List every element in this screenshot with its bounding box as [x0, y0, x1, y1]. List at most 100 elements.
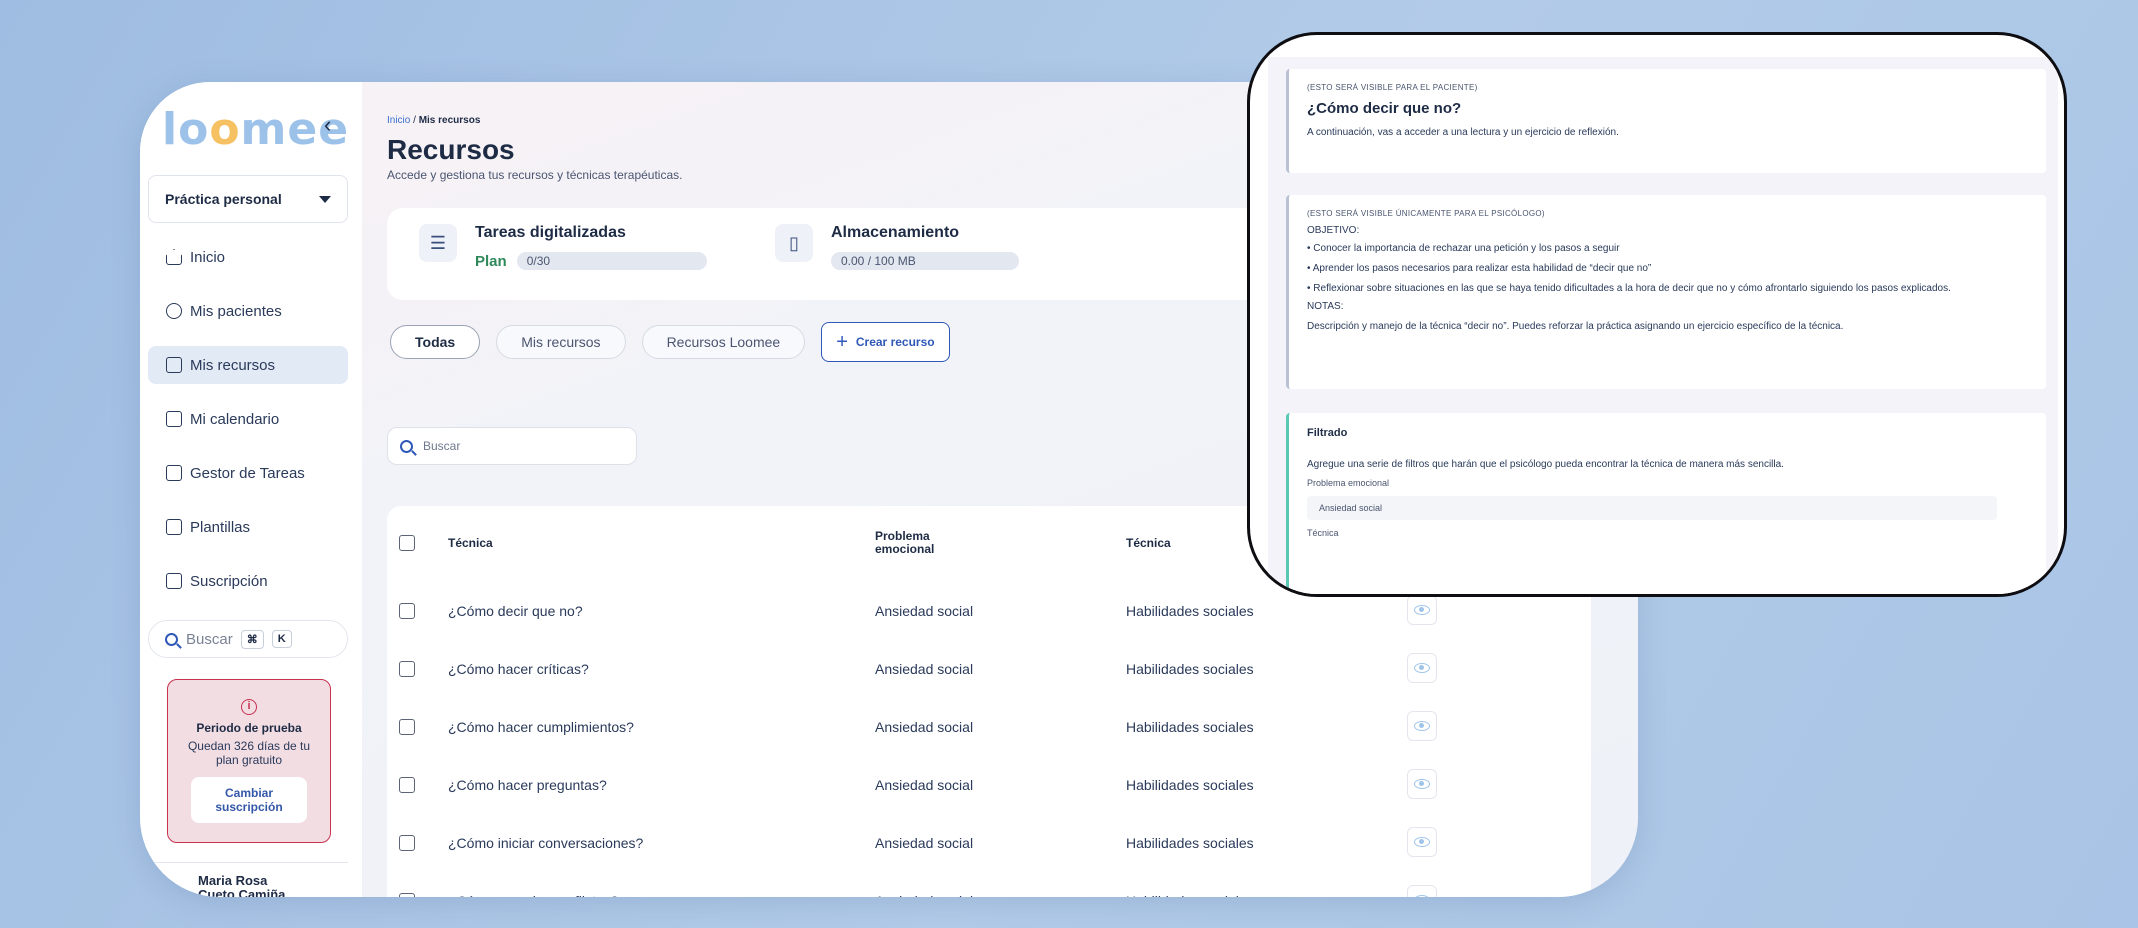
eye-icon[interactable]	[1407, 827, 1437, 857]
row-technique: Habilidades sociales	[1126, 661, 1254, 677]
eye-glyph	[1414, 721, 1430, 731]
table-row[interactable]: ¿Cómo iniciar conversaciones? Ansiedad so…	[387, 814, 1567, 872]
sidebar-search[interactable]: Buscar ⌘ K	[148, 620, 348, 658]
resource-detail-panel: (ESTO SERÁ VISIBLE PARA EL PACIENTE) ¿Có…	[1268, 57, 2058, 594]
logo-part-1: lo	[162, 104, 210, 155]
select-all-checkbox[interactable]	[399, 535, 415, 551]
filter-mis-recursos[interactable]: Mis recursos	[496, 325, 626, 359]
storage-stat-title: Almacenamiento	[831, 224, 960, 241]
sidebar: loomee ‹ Práctica personal Inicio Mis pa…	[140, 82, 362, 897]
tasks-usage-bar: 0/30	[516, 252, 707, 270]
tasks-icon	[166, 465, 182, 481]
select-all-header	[387, 506, 427, 580]
row-problem: Ansiedad social	[875, 872, 973, 897]
row-checkbox[interactable]	[399, 719, 415, 735]
row-name: ¿Cómo iniciar conversaciones?	[448, 835, 644, 851]
problem-field-input[interactable]: Ansiedad social	[1307, 496, 1997, 520]
sidebar-item-label: Mis pacientes	[190, 302, 282, 320]
eye-glyph	[1414, 605, 1430, 615]
eye-icon[interactable]	[1407, 653, 1437, 683]
trial-banner: i Periodo de prueba Quedan 326 días de t…	[167, 679, 331, 843]
search-icon	[165, 632, 178, 646]
chevron-left-icon[interactable]: ‹	[324, 112, 331, 138]
table-row[interactable]: ¿Cómo hacer cumplimientos? Ansiedad socia…	[387, 698, 1567, 756]
page-title: Recursos	[387, 134, 515, 165]
psychologist-only-tag: (ESTO SERÁ VISIBLE ÚNICAMENTE PARA EL PS…	[1307, 209, 1545, 218]
user-name[interactable]: Maria Rosa Cueto Camiña	[198, 873, 285, 898]
breadcrumb-home-link[interactable]: Inicio	[387, 115, 410, 126]
sidebar-search-placeholder: Buscar	[186, 630, 233, 648]
problem-field-label: Problema emocional	[1307, 478, 1390, 488]
row-technique: Habilidades sociales	[1126, 603, 1254, 619]
table-row[interactable]: ¿Cómo hacer preguntas? Ansiedad social Hab…	[387, 756, 1567, 814]
sidebar-item-suscripcion[interactable]: Suscripción	[148, 562, 348, 600]
eye-glyph	[1414, 837, 1430, 847]
change-subscription-button[interactable]: Cambiar suscripción	[191, 777, 307, 823]
sidebar-item-label: Mis recursos	[190, 356, 276, 374]
column-header-tecnica[interactable]: Técnica	[448, 506, 493, 580]
filter-recursos-loomee[interactable]: Recursos Loomee	[641, 325, 806, 359]
row-technique: Habilidades sociales	[1126, 872, 1254, 897]
row-checkbox[interactable]	[399, 603, 415, 619]
row-checkbox[interactable]	[399, 893, 415, 897]
eye-icon[interactable]	[1407, 595, 1437, 625]
sidebar-item-plantillas[interactable]: Plantillas	[148, 508, 348, 546]
sidebar-item-mis-pacientes[interactable]: Mis pacientes	[148, 292, 348, 330]
subscription-icon	[166, 573, 182, 589]
workspace-select[interactable]: Práctica personal	[148, 175, 348, 223]
sidebar-item-inicio[interactable]: Inicio	[148, 238, 348, 276]
resource-title: ¿Cómo decir que no?	[1307, 100, 1462, 117]
create-resource-label: Crear recurso	[855, 335, 935, 349]
sidebar-item-label: Gestor de Tareas	[190, 464, 305, 482]
breadcrumb-current: Mis recursos	[418, 115, 481, 126]
filter-todas[interactable]: Todas	[390, 325, 481, 359]
row-checkbox[interactable]	[399, 777, 415, 793]
chevron-down-icon	[319, 195, 331, 203]
row-technique: Habilidades sociales	[1126, 719, 1254, 735]
plus-icon: +	[836, 330, 848, 353]
trial-title: Periodo de prueba	[196, 721, 302, 735]
create-resource-button[interactable]: + Crear recurso	[821, 322, 950, 362]
plan-label: Plan	[475, 252, 507, 270]
resources-icon	[166, 357, 182, 373]
resource-intro-text: A continuación, vas a acceder a una lect…	[1307, 127, 1619, 138]
sd-card-icon: ▯	[775, 224, 813, 262]
row-checkbox[interactable]	[399, 835, 415, 851]
resource-detail-zoom: (ESTO SERÁ VISIBLE PARA EL PACIENTE) ¿Có…	[1247, 32, 2067, 597]
storage-usage-bar: 0.00 / 100 MB	[831, 252, 1019, 270]
column-header-tipo-tecnica[interactable]: Técnica	[1126, 506, 1171, 580]
sidebar-item-label: Mi calendario	[190, 410, 280, 428]
row-technique: Habilidades sociales	[1126, 835, 1254, 851]
technique-field-label: Técnica	[1307, 528, 1339, 538]
sidebar-item-label: Inicio	[190, 248, 226, 266]
column-header-problema[interactable]: Problema emocional	[875, 506, 965, 580]
storage-stat: ▯ Almacenamiento 0.00 / 100 MB	[775, 224, 1019, 270]
resources-search-input[interactable]: Buscar	[387, 427, 637, 465]
objective-item: • Conocer la importancia de rechazar una…	[1307, 243, 1620, 254]
eye-glyph	[1414, 895, 1430, 897]
row-checkbox[interactable]	[399, 661, 415, 677]
row-name: ¿Cómo hacer críticas?	[448, 661, 589, 677]
sidebar-item-label: Suscripción	[190, 572, 268, 590]
user-name-line1: Maria Rosa	[198, 873, 268, 888]
row-problem: Ansiedad social	[875, 661, 974, 677]
row-name: ¿Cómo hacer cumplimientos?	[448, 719, 634, 735]
eye-icon[interactable]	[1407, 711, 1437, 741]
eye-icon[interactable]	[1407, 885, 1437, 897]
search-placeholder: Buscar	[423, 439, 461, 453]
calendar-icon	[166, 411, 182, 427]
sidebar-item-gestor-tareas[interactable]: Gestor de Tareas	[148, 454, 348, 492]
usage-stats-card: ☰ Tareas digitalizadas Plan 0/30 ▯ Almace…	[387, 208, 1387, 300]
sidebar-item-mi-calendario[interactable]: Mi calendario	[148, 400, 348, 438]
objective-item: • Aprender los pasos necesarios para rea…	[1307, 263, 1652, 274]
sidebar-item-mis-recursos[interactable]: Mis recursos	[148, 346, 348, 384]
search-icon	[400, 439, 413, 453]
row-name: ¿Cómo hacer preguntas?	[448, 777, 607, 793]
table-row[interactable]: ¿Cómo manejar conflictos? Ansiedad social…	[387, 872, 1567, 897]
eye-icon[interactable]	[1407, 769, 1437, 799]
loomee-logo[interactable]: loomee	[162, 104, 349, 155]
shortcut-cmd-key: ⌘	[240, 629, 264, 649]
trial-text: Quedan 326 días de tu plan gratuito	[187, 739, 311, 767]
table-row[interactable]: ¿Cómo hacer críticas? Ansiedad social Habi…	[387, 640, 1567, 698]
row-problem: Ansiedad social	[875, 603, 974, 619]
